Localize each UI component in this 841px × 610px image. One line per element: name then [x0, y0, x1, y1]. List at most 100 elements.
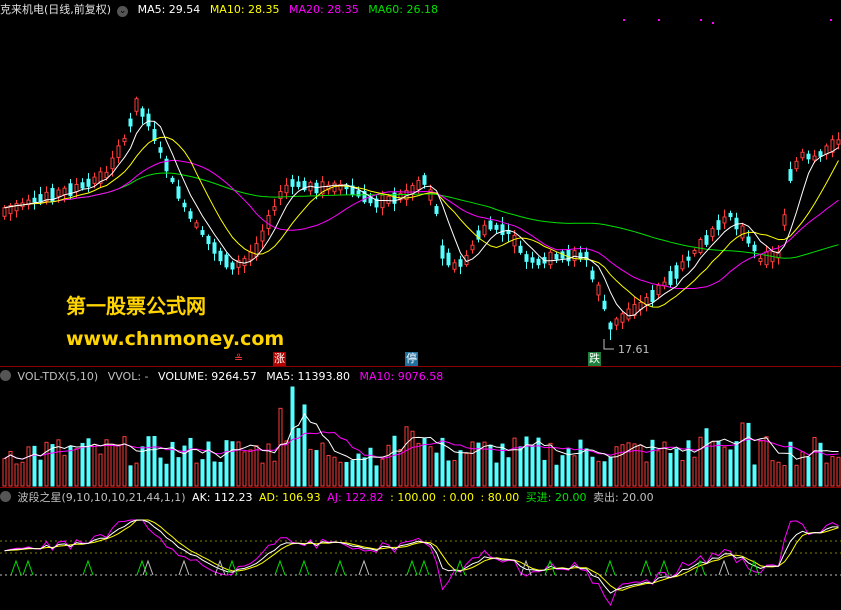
candle-body: [380, 194, 385, 209]
candle-body: [704, 235, 709, 245]
candle-body: [614, 318, 619, 326]
candle-body: [188, 211, 193, 219]
stock-title[interactable]: 克来机电(日线,前复权): [0, 3, 111, 16]
ind-title[interactable]: 波段之星(9,10,10,10,21,44,1,1): [18, 491, 186, 504]
volume-bar: [260, 462, 265, 487]
marker-dot: [623, 19, 625, 21]
volume-bar: [284, 440, 289, 487]
ma60-label: MA60: 26.18: [368, 3, 438, 16]
halt-badge: 停: [405, 352, 418, 366]
signal-triangle: [298, 559, 310, 576]
volume-bar: [548, 442, 553, 487]
volume-bar: [32, 445, 37, 487]
candle-body: [440, 245, 445, 259]
watermark-url: www.chnmoney.com: [66, 328, 285, 350]
volume-bar: [254, 445, 259, 487]
indicator-header: 波段之星(9,10,10,10,21,44,1,1) AK: 112.23 AD…: [0, 490, 660, 506]
candle-body: [224, 254, 229, 268]
volume-bar: [404, 426, 409, 487]
low-price-label: 17.61: [618, 343, 650, 356]
chevron-down-icon[interactable]: [0, 491, 11, 502]
volume-bar: [764, 436, 769, 487]
candle-body: [764, 251, 769, 266]
volume-bar: [134, 462, 139, 487]
volume-bar: [104, 439, 109, 487]
volume-bar: [176, 457, 181, 487]
signal-triangle: [82, 559, 94, 576]
volume-bar: [710, 441, 715, 487]
volume-bar: [794, 464, 799, 487]
volume-bar: [542, 459, 547, 487]
volume-bar: [416, 442, 421, 487]
volume-bar: [428, 446, 433, 487]
volume-bar: [98, 453, 103, 487]
candle-body: [32, 197, 37, 203]
candle-body: [812, 155, 817, 161]
volume-bar: [248, 449, 253, 487]
candle-body: [818, 151, 823, 157]
vol-title[interactable]: VOL-TDX(5,10): [18, 370, 99, 383]
ma5-line: [4, 120, 839, 317]
candle-body: [284, 184, 289, 194]
chevron-down-icon[interactable]: [0, 370, 11, 381]
volume-bar: [584, 448, 589, 487]
volume-bar: [512, 437, 517, 487]
candle-body: [92, 176, 97, 184]
candle-body: [56, 189, 61, 197]
candle-body: [176, 186, 181, 199]
marker-dot: [658, 19, 660, 21]
ad-line: [4, 519, 839, 591]
volume-bar: [590, 456, 595, 487]
candle-body: [494, 224, 499, 230]
candle-body: [728, 212, 733, 218]
volume-bar: [770, 460, 775, 487]
volume-bar: [464, 453, 469, 487]
candle-body: [38, 194, 43, 203]
candle-body: [554, 254, 559, 260]
candle-body: [134, 98, 139, 112]
signal-triangle: [718, 559, 730, 576]
volume-bar: [746, 422, 751, 487]
volume-bar: [446, 460, 451, 487]
volume-bar: [620, 444, 625, 487]
volume-bar: [20, 461, 25, 487]
volume-bar: [38, 459, 43, 487]
volume-bar: [752, 464, 757, 487]
volume-bar: [80, 442, 85, 487]
volume-bar: [170, 441, 175, 487]
vol-ma5-label: MA5: 11393.80: [266, 370, 350, 383]
candle-body: [182, 202, 187, 208]
volume-bar: [278, 407, 283, 487]
limit-up-badge: 涨: [273, 352, 286, 366]
volume-bar: [530, 445, 535, 487]
candle-body: [716, 220, 721, 230]
volume-bar: [680, 460, 685, 487]
candle-body: [86, 178, 91, 187]
candle-body: [266, 215, 271, 229]
candle-body: [158, 147, 163, 153]
volume-bar: [140, 446, 145, 487]
volume-bar: [44, 441, 49, 487]
volume-bar: [230, 441, 235, 487]
candle-body: [62, 187, 67, 196]
volume-bar: [194, 462, 199, 487]
volume-bar: [164, 463, 169, 487]
marker-dot: [700, 19, 702, 21]
volume-bar: [740, 422, 745, 487]
volume-bar: [422, 438, 427, 487]
volume-bar: [782, 465, 787, 487]
candle-body: [824, 145, 829, 155]
volume-bar: [656, 450, 661, 487]
candle-body: [680, 261, 685, 270]
volume-bar: [452, 459, 457, 487]
volume-bar: [92, 443, 97, 487]
volume-bar: [332, 456, 337, 487]
candle-body: [386, 195, 391, 204]
volume-bar: [578, 439, 583, 487]
candle-body: [596, 284, 601, 296]
volume-bar: [692, 456, 697, 487]
chevron-down-icon[interactable]: ⌄: [117, 6, 129, 17]
candle-body: [212, 242, 217, 254]
candle-body: [656, 284, 661, 296]
candle-body: [698, 239, 703, 253]
